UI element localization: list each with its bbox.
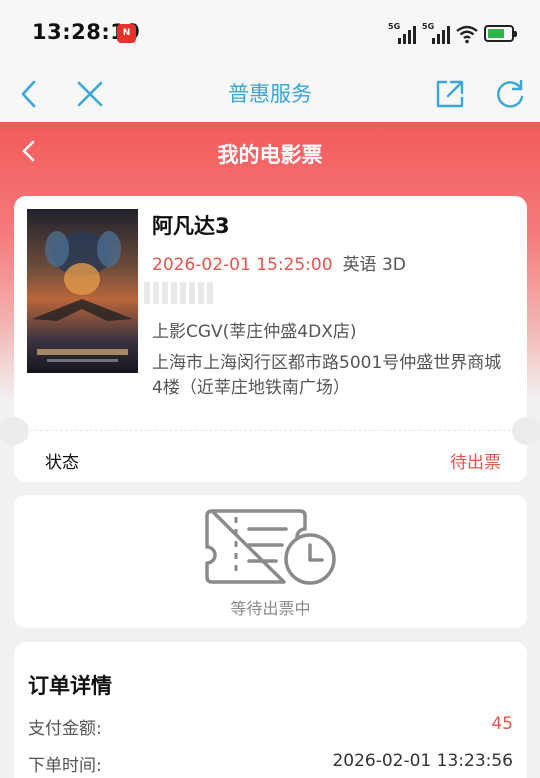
nav-bar: 普惠服务 <box>0 66 540 122</box>
signal-label-2: 5G <box>422 22 435 31</box>
order-details-title: 订单详情 <box>28 674 112 698</box>
refresh-icon[interactable] <box>492 76 528 112</box>
page-title: 我的电影票 <box>217 143 323 167</box>
cinema-name: 上影CGV(莘庄仲盛4DX店) <box>152 322 357 342</box>
wifi-icon <box>456 25 478 44</box>
order-value-amount: 45 <box>491 714 513 734</box>
movie-title: 阿凡达3 <box>152 214 230 238</box>
status-label: 状态 <box>45 453 79 473</box>
order-key: 下单时间: <box>28 756 102 776</box>
order-key: 支付金额: <box>28 719 102 739</box>
cellular-signal-icon: 5G <box>388 22 416 44</box>
system-icons: 5G 5G <box>388 20 517 44</box>
order-value-time: 2026-02-01 13:23:56 <box>332 751 513 771</box>
battery-icon <box>484 25 517 42</box>
ticket-notch-right <box>512 417 540 445</box>
redacted-seat-info <box>144 282 214 304</box>
show-time: 2026-02-01 15:25:00 <box>152 255 333 275</box>
waiting-card: 等待出票中 <box>14 495 527 628</box>
ticket-clock-icon <box>205 509 336 585</box>
cinema-address: 上海市上海闵行区都市路5001号仲盛世界商城4楼（近莘庄地铁南广场） <box>152 353 502 398</box>
status-bar: 13:28:19 N 5G 5G <box>0 0 540 66</box>
ticket-card[interactable]: 阿凡达3 2026-02-01 15:25:00 英语 3D 上影CGV(莘庄仲盛… <box>0 196 540 482</box>
divider <box>30 430 511 431</box>
cellular-signal-icon-2: 5G <box>422 22 450 44</box>
waiting-text: 等待出票中 <box>230 599 311 618</box>
movie-poster <box>27 209 138 373</box>
language-format: 英语 3D <box>342 255 406 275</box>
share-external-icon[interactable] <box>432 76 468 112</box>
order-details-card: 订单详情 支付金额: 45 下单时间: 2026-02-01 13:23:56 <box>14 642 527 778</box>
status-value: 待出票 <box>450 453 501 473</box>
showtime-row: 2026-02-01 15:25:00 英语 3D <box>152 250 406 275</box>
signal-label: 5G <box>388 22 401 31</box>
app-notification-icon: N <box>117 24 136 43</box>
ticket-notch-left <box>0 417 29 445</box>
